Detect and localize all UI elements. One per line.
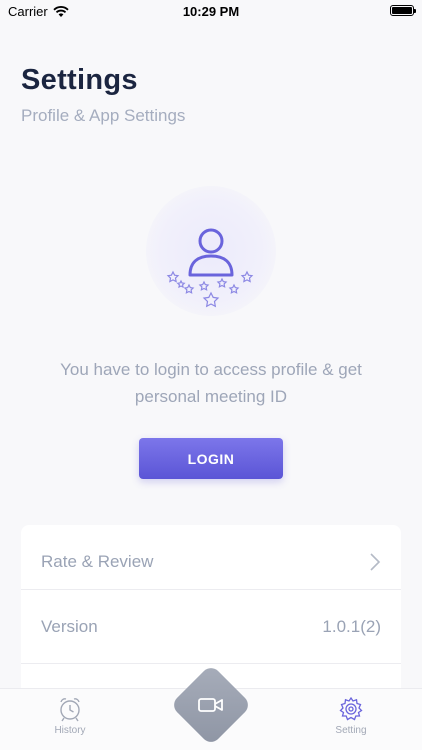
battery-icon: [390, 5, 416, 16]
rate-review-row[interactable]: Rate & Review: [21, 525, 401, 598]
version-label: Version: [41, 616, 98, 636]
login-message: You have to login to access profile & ge…: [60, 360, 362, 406]
version-row: Version 1.0.1(2): [21, 590, 401, 663]
user-icon: [166, 228, 254, 308]
rate-review-label: Rate & Review: [41, 551, 154, 571]
status-bar: Carrier 10:29 PM: [0, 0, 422, 22]
version-value: 1.0.1(2): [322, 616, 381, 636]
page-subtitle: Profile & App Settings: [21, 106, 186, 125]
tab-history[interactable]: History: [30, 695, 110, 736]
chevron-right-icon: [370, 552, 381, 571]
video-camera-icon: [198, 698, 223, 712]
tab-setting-label: Setting: [335, 725, 367, 736]
gear-icon: [339, 696, 363, 721]
alarm-clock-icon: [60, 698, 80, 722]
status-time: 10:29 PM: [182, 4, 240, 19]
stars-decoration: [166, 270, 254, 308]
tab-setting[interactable]: Setting: [311, 695, 391, 736]
battery-fill: [392, 7, 412, 14]
page-title: Settings: [21, 64, 138, 96]
tab-history-label: History: [54, 725, 86, 736]
login-button[interactable]: LOGIN: [139, 438, 283, 479]
profile-illustration: [146, 186, 276, 316]
